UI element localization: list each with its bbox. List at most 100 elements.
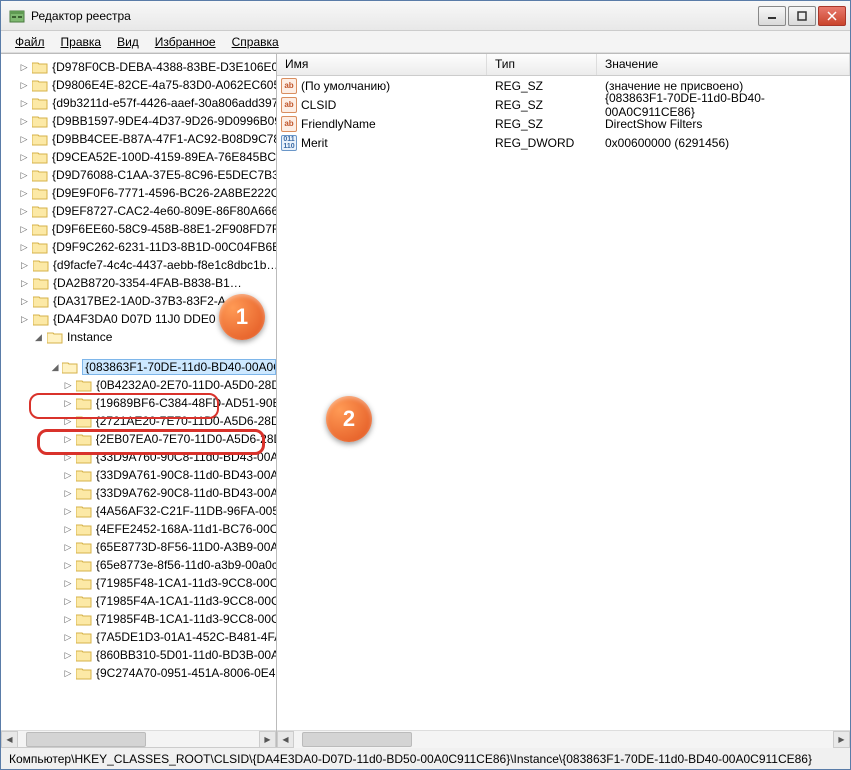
tree-key[interactable]: ▷{4A56AF32-C21F-11DB-96FA-0050… <box>5 502 276 520</box>
collapse-icon[interactable]: ◢ <box>51 362 59 373</box>
minimize-button[interactable] <box>758 6 786 26</box>
tree-key-label: {7A5DE1D3-01A1-452C-B481-4FA… <box>96 630 276 644</box>
statusbar: Компьютер\HKEY_CLASSES_ROOT\CLSID\{DA4E3… <box>1 747 850 769</box>
expand-icon[interactable]: ▷ <box>63 434 73 445</box>
expand-icon[interactable]: ▷ <box>19 242 29 253</box>
expand-icon[interactable]: ▷ <box>63 650 73 661</box>
expand-icon[interactable]: ▷ <box>19 224 29 235</box>
expand-icon[interactable]: ▷ <box>63 506 73 517</box>
expand-icon[interactable]: ▷ <box>63 470 73 481</box>
expand-icon[interactable]: ▷ <box>19 206 29 217</box>
scroll-left-icon[interactable]: ◀ <box>1 731 18 748</box>
tree-key-label: {9C274A70-0951-451A-8006-0E49… <box>96 666 276 680</box>
tree-key[interactable]: ▷{65E8773D-8F56-11D0-A3B9-00A0… <box>5 538 276 556</box>
expand-icon[interactable]: ▷ <box>63 578 73 589</box>
expand-icon[interactable]: ▷ <box>19 116 29 127</box>
string-value-icon: ab <box>281 116 297 132</box>
menu-file[interactable]: Файл <box>9 33 51 51</box>
titlebar[interactable]: Редактор реестра <box>1 1 850 31</box>
tree-key[interactable]: ▷{DA2B8720-3354-4FAB-B838-B1… <box>5 274 276 292</box>
tree-hscrollbar[interactable]: ◀ ▶ <box>1 730 276 747</box>
tree-key[interactable]: ▷{D9BB4CEE-B87A-47F1-AC92-B08D9C781… <box>5 130 276 148</box>
scroll-right-icon[interactable]: ▶ <box>259 731 276 748</box>
tree-key[interactable]: ▷ {0B4232A0-2E70-11D0-A5D0-28D… <box>5 376 276 394</box>
value-data: {083863F1-70DE-11d0-BD40-00A0C911CE86} <box>597 91 850 119</box>
header-type[interactable]: Тип <box>487 54 597 75</box>
tree-key[interactable]: ▷{2EB07EA0-7E70-11D0-A5D6-28DE… <box>5 430 276 448</box>
tree-key[interactable]: ▷ {7A5DE1D3-01A1-452C-B481-4FA… <box>5 628 276 646</box>
tree-key[interactable]: ▷{33D9A760-90C8-11d0-BD43-00A0… <box>5 448 276 466</box>
collapse-icon[interactable]: ◢ <box>33 332 44 343</box>
scroll-right-icon[interactable]: ▶ <box>833 731 850 748</box>
tree-key-selected[interactable]: ◢{083863F1-70DE-11d0-BD40-00A0C911CE86} <box>5 358 276 376</box>
tree-key[interactable]: ▷{D9CEA52E-100D-4159-89EA-76E845BC13… <box>5 148 276 166</box>
tree-key[interactable]: ▷{71985F4A-1CA1-11d3-9CC8-00C0… <box>5 592 276 610</box>
tree-key[interactable]: ▷{33D9A761-90C8-11d0-BD43-00A0… <box>5 466 276 484</box>
folder-icon <box>32 79 48 92</box>
tree-key[interactable]: ▷{d9facfe7-4c4c-4437-aebb-f8e1c8dbc1b… <box>5 256 276 274</box>
tree-key[interactable]: ▷{19689BF6-C384-48FD-AD51-90E5… <box>5 394 276 412</box>
tree-key[interactable]: ▷{D9E9F0F6-7771-4596-BC26-2A8BE222CB… <box>5 184 276 202</box>
expand-icon[interactable]: ▷ <box>19 170 29 181</box>
folder-icon <box>33 277 49 290</box>
expand-icon[interactable]: ▷ <box>63 488 73 499</box>
menu-help[interactable]: Справка <box>226 33 285 51</box>
maximize-button[interactable] <box>788 6 816 26</box>
folder-icon <box>32 61 48 74</box>
expand-icon[interactable]: ▷ <box>63 560 73 571</box>
folder-icon <box>76 379 92 392</box>
expand-icon[interactable]: ▷ <box>19 152 29 163</box>
expand-icon[interactable]: ▷ <box>19 188 29 199</box>
tree-key-label: {65e8773e-8f56-11d0-a3b9-00a0c9… <box>96 558 276 572</box>
tree-key[interactable]: ▷{D9EF8727-CAC2-4e60-809E-86F80A666C… <box>5 202 276 220</box>
expand-icon[interactable]: ▷ <box>19 62 29 73</box>
expand-icon[interactable]: ▷ <box>19 278 30 289</box>
expand-icon[interactable]: ▷ <box>19 260 30 271</box>
expand-icon[interactable]: ▷ <box>63 452 73 463</box>
header-value[interactable]: Значение <box>597 54 850 75</box>
tree-key[interactable]: ▷ {D9F6EE60-58C9-458B-88E1-2F908FD7F87… <box>5 220 276 238</box>
close-button[interactable] <box>818 6 846 26</box>
tree-key[interactable]: ▷{2721AE20-7E70-11D0-A5D6-28DE… <box>5 412 276 430</box>
menu-favorites[interactable]: Избранное <box>149 33 222 51</box>
tree-key[interactable]: ▷{D978F0CB-DEBA-4388-83BE-D3E106E02… <box>5 58 276 76</box>
expand-icon[interactable]: ▷ <box>63 416 73 427</box>
value-row[interactable]: ab FriendlyName REG_SZ DirectShow Filter… <box>277 114 850 133</box>
expand-icon[interactable]: ▷ <box>63 542 73 553</box>
expand-icon[interactable]: ▷ <box>63 632 73 643</box>
tree-key[interactable]: ▷{860BB310-5D01-11d0-BD3B-00A0… <box>5 646 276 664</box>
tree-key[interactable]: ▷ {65e8773e-8f56-11d0-a3b9-00a0c9… <box>5 556 276 574</box>
folder-icon <box>33 295 49 308</box>
tree-key[interactable]: ▷{d9b3211d-e57f-4426-aaef-30a806add397… <box>5 94 276 112</box>
tree-key[interactable]: ▷{D9BB1597-9DE4-4D37-9D26-9D0996B09… <box>5 112 276 130</box>
expand-icon[interactable]: ▷ <box>63 668 73 679</box>
value-row[interactable]: 011110 Merit REG_DWORD 0x00600000 (62914… <box>277 133 850 152</box>
expand-icon[interactable]: ▷ <box>19 98 29 109</box>
expand-icon[interactable]: ▷ <box>63 380 73 391</box>
tree-key-label: {D9F6EE60-58C9-458B-88E1-2F908FD7F87… <box>52 222 276 236</box>
values-hscrollbar[interactable]: ◀ ▶ <box>277 730 850 747</box>
expand-icon[interactable]: ▷ <box>19 296 30 307</box>
value-row[interactable]: ab CLSID REG_SZ {083863F1-70DE-11d0-BD40… <box>277 95 850 114</box>
menu-view[interactable]: Вид <box>111 33 145 51</box>
tree-key[interactable]: ▷{D9F9C262-6231-11D3-8B1D-00C04FB6B… <box>5 238 276 256</box>
tree-key[interactable]: ▷{71985F48-1CA1-11d3-9CC8-00C0… <box>5 574 276 592</box>
tree-key[interactable]: ▷ {9C274A70-0951-451A-8006-0E49… <box>5 664 276 682</box>
expand-icon[interactable]: ▷ <box>63 524 73 535</box>
expand-icon[interactable]: ▷ <box>19 80 29 91</box>
expand-icon[interactable]: ▷ <box>63 614 73 625</box>
expand-icon[interactable]: ▷ <box>63 398 73 409</box>
tree-key[interactable]: ▷{4EFE2452-168A-11d1-BC76-00C0… <box>5 520 276 538</box>
expand-icon[interactable]: ▷ <box>63 596 73 607</box>
tree-key[interactable]: ▷{33D9A762-90C8-11d0-BD43-00A0… <box>5 484 276 502</box>
header-name[interactable]: Имя <box>277 54 487 75</box>
scroll-left-icon[interactable]: ◀ <box>277 731 294 748</box>
tree-key[interactable]: ▷{D9806E4E-82CE-4a75-83D0-A062EC6053… <box>5 76 276 94</box>
expand-icon[interactable]: ▷ <box>19 134 29 145</box>
expand-icon[interactable]: ▷ <box>19 314 30 325</box>
tree-key[interactable]: ▷{D9D76088-C1AA-37E5-8C96-E5DEC7B32… <box>5 166 276 184</box>
menu-edit[interactable]: Правка <box>55 33 108 51</box>
tree-key[interactable]: ▷{71985F4B-1CA1-11d3-9CC8-00C0… <box>5 610 276 628</box>
value-type: REG_SZ <box>487 79 597 93</box>
tree-key-label: {0B4232A0-2E70-11D0-A5D0-28D… <box>96 378 276 392</box>
